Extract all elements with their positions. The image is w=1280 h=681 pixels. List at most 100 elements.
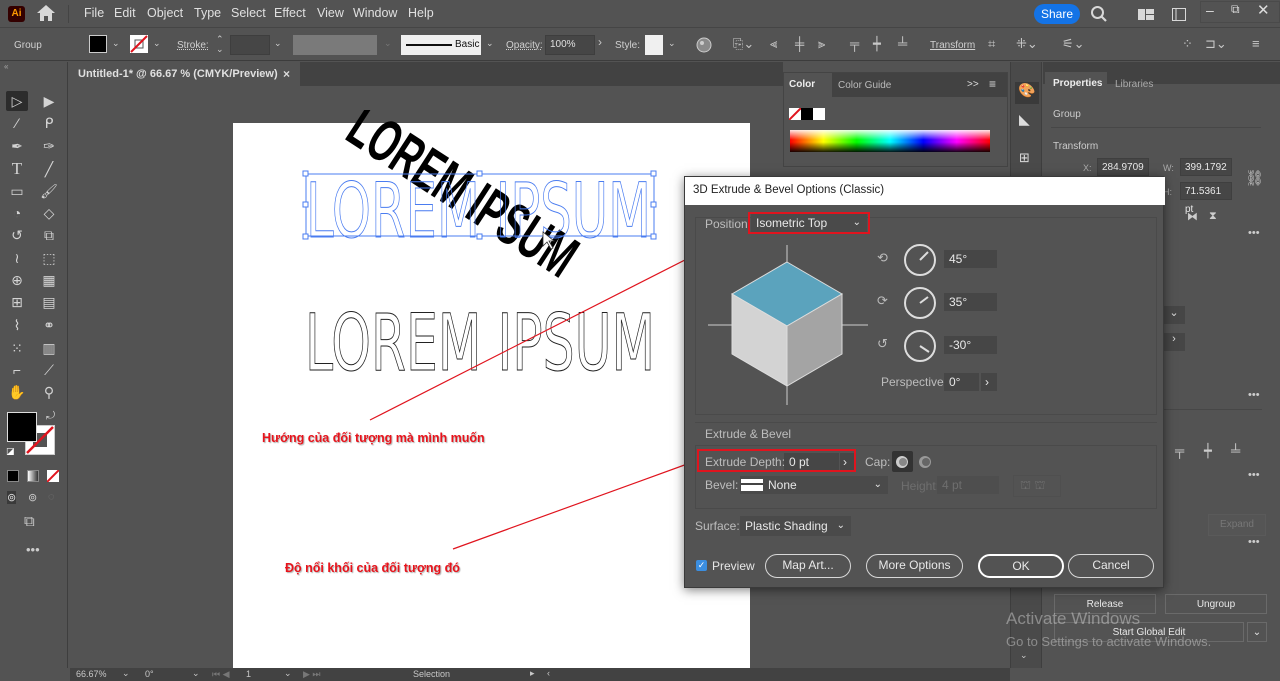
scroll-left-icon[interactable]: ‹ xyxy=(547,668,550,678)
handle-bottom-center[interactable] xyxy=(476,233,483,240)
warp-tool-icon[interactable]: ≀ xyxy=(6,248,28,268)
handle-top-center[interactable] xyxy=(476,170,483,177)
handle-bottom-left[interactable] xyxy=(302,233,309,240)
cap-on-button[interactable] xyxy=(892,451,913,472)
menu-object[interactable]: Object xyxy=(147,6,183,20)
y-rotation-dial[interactable] xyxy=(903,286,937,320)
zoom-level[interactable]: 66.67% xyxy=(76,669,107,679)
pen-tool-icon[interactable]: ✒ xyxy=(6,136,28,156)
properties-toggle-icon[interactable]: ⊐⌄ xyxy=(1205,36,1227,52)
color-panel-icon[interactable]: 🎨 xyxy=(1015,82,1039,104)
handle-middle-right[interactable] xyxy=(650,201,657,208)
rotation-value[interactable]: 0° xyxy=(145,669,154,679)
align-to-icon[interactable]: ⎘⌄ xyxy=(733,36,754,52)
bevel-direction-buttons[interactable]: ⛫ ⛫ xyxy=(1013,475,1061,497)
flip-vertical-icon[interactable]: ⧗ xyxy=(1209,210,1217,223)
handle-top-left[interactable] xyxy=(302,170,309,177)
stroke-weight-input[interactable] xyxy=(230,35,270,55)
perspective-grid-tool-icon[interactable]: ▦ xyxy=(38,270,60,290)
symbol-sprayer-tool-icon[interactable]: ⁙ xyxy=(6,338,28,358)
constrain-proportions-icon[interactable]: ⛓ xyxy=(1245,169,1264,187)
tab-properties[interactable]: Properties xyxy=(1045,72,1107,96)
color-swatches[interactable] xyxy=(789,108,825,120)
opacity-input[interactable]: 100% xyxy=(545,35,595,55)
line-tool-icon[interactable]: ╱ xyxy=(38,159,60,179)
menu-view[interactable]: View xyxy=(317,6,344,20)
handle-middle-left[interactable] xyxy=(302,201,309,208)
map-art-button[interactable]: Map Art... xyxy=(765,554,851,578)
paintbrush-tool-icon[interactable]: 🖌 xyxy=(38,181,60,201)
menu-window[interactable]: Window xyxy=(353,6,397,20)
align-bottom-icon[interactable]: ╧ xyxy=(1231,443,1240,458)
perspective-slider-arrow[interactable]: › xyxy=(981,373,997,391)
draw-normal-icon[interactable]: ⊚ xyxy=(7,491,17,504)
search-icon[interactable] xyxy=(1090,5,1108,23)
direct-selection-tool-icon[interactable]: ▶ xyxy=(38,91,60,111)
next-artboard-icon[interactable]: ▶ ⏭ xyxy=(303,669,321,680)
align-top-icon[interactable]: ╤ xyxy=(1175,443,1184,458)
draw-inside-icon[interactable]: ◌ xyxy=(48,491,55,503)
home-icon[interactable] xyxy=(36,4,56,22)
bevel-dropdown[interactable]: None ⌄ xyxy=(740,476,888,494)
ungroup-button[interactable]: Ungroup xyxy=(1165,594,1267,614)
perspective-input[interactable]: 0° xyxy=(944,373,979,391)
rotate-tool-icon[interactable]: ↺ xyxy=(6,225,28,245)
x-input[interactable]: 284.9709 p xyxy=(1097,158,1149,191)
rectangle-tool-icon[interactable]: ▭ xyxy=(6,181,28,201)
menu-help[interactable]: Help xyxy=(408,6,434,20)
eyedropper-tool-icon[interactable]: ⌇ xyxy=(6,315,28,335)
artboard-number[interactable]: 1 xyxy=(246,669,251,679)
cancel-button[interactable]: Cancel xyxy=(1068,554,1154,578)
restore-button[interactable]: ⧉ xyxy=(1231,2,1240,17)
recolor-artwork-icon[interactable] xyxy=(696,37,712,53)
more-transform-options-icon[interactable]: ••• xyxy=(1248,227,1260,239)
y-rotation-input[interactable]: 35° xyxy=(944,293,997,311)
fill-dropdown[interactable]: ⌄ xyxy=(112,38,120,49)
stroke-swatch[interactable] xyxy=(130,35,148,53)
align-vertical-center-icon[interactable]: ┿ xyxy=(1204,443,1212,459)
style-dropdown[interactable]: ⌄ xyxy=(668,38,676,49)
color-spectrum[interactable] xyxy=(790,130,990,152)
change-screen-mode-icon[interactable]: ⧉ xyxy=(24,513,35,530)
dropdown-chevron[interactable]: ⌄ xyxy=(1163,306,1185,324)
close-window-button[interactable]: ✕ xyxy=(1257,1,1270,19)
envelope-distort-icon[interactable]: ⚟⌄ xyxy=(1062,36,1085,52)
cap-off-button[interactable] xyxy=(915,451,936,472)
workspace-icon[interactable] xyxy=(1138,9,1154,20)
graphic-style-swatch[interactable] xyxy=(645,35,663,55)
swatches-panel-icon[interactable]: ⊞ xyxy=(1019,150,1030,166)
align-left-icon[interactable]: ⫷ xyxy=(770,36,777,52)
global-edit-dropdown[interactable]: ⌄ xyxy=(1247,622,1267,642)
edit-toolbar-icon[interactable]: ••• xyxy=(26,542,40,557)
preview-label[interactable]: Preview xyxy=(712,559,755,573)
handle-bottom-right[interactable] xyxy=(650,233,657,240)
artboard-dropdown[interactable]: ⌄ xyxy=(284,668,292,679)
color-mode-icon[interactable] xyxy=(7,470,19,482)
close-tab-icon[interactable]: × xyxy=(283,67,290,81)
rotation-cube[interactable] xyxy=(703,245,873,405)
more-options-button[interactable]: More Options xyxy=(866,554,963,578)
none-mode-icon[interactable] xyxy=(47,470,59,482)
eraser-tool-icon[interactable]: ◇ xyxy=(38,203,60,223)
brush-definition[interactable]: Basic xyxy=(401,35,481,55)
slice-tool-icon[interactable]: ⟋ xyxy=(38,360,60,380)
align-top-icon[interactable]: ╤ xyxy=(850,36,859,51)
share-button[interactable]: Share xyxy=(1034,4,1080,24)
tab-color[interactable]: Color xyxy=(784,73,832,97)
lasso-tool-icon[interactable]: ᑭ xyxy=(38,113,60,133)
fill-color-swatch[interactable] xyxy=(7,412,37,442)
align-bottom-icon[interactable]: ╧ xyxy=(898,36,907,51)
type-tool-icon[interactable]: T xyxy=(6,159,28,179)
profile-dropdown[interactable]: ⌄ xyxy=(384,38,392,49)
zoom-dropdown[interactable]: ⌄ xyxy=(122,668,130,679)
stroke-dropdown[interactable]: ⌄ xyxy=(153,38,161,49)
ok-button[interactable]: OK xyxy=(978,554,1064,578)
brush-dropdown[interactable]: ⌄ xyxy=(486,38,494,49)
first-artboard-icon[interactable]: ⏮ ◀ xyxy=(212,669,230,680)
outline-text[interactable]: LOREM IPSUM xyxy=(305,299,656,390)
control-menu-icon[interactable]: ≡ xyxy=(1252,36,1260,51)
shape-builder-tool-icon[interactable]: ⊕ xyxy=(6,270,28,290)
gradient-mode-icon[interactable] xyxy=(27,470,39,482)
fill-swatch[interactable] xyxy=(89,35,107,53)
arrow-chevron[interactable]: › xyxy=(1163,333,1185,351)
